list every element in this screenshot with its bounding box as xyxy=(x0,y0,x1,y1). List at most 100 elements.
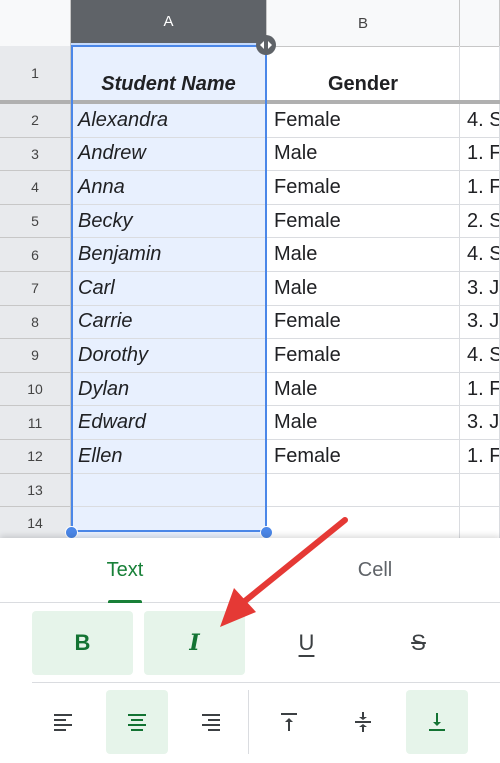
valign-middle-icon xyxy=(355,712,371,732)
tab-cell[interactable]: Cell xyxy=(250,538,500,602)
cell-b[interactable]: Female xyxy=(267,339,460,373)
cell-a1[interactable]: Student Name xyxy=(71,46,267,101)
cell-a[interactable]: Carl xyxy=(71,272,267,306)
format-tabs: Text Cell xyxy=(0,538,500,603)
text-style-buttons: B I U S xyxy=(32,611,500,675)
cell-c[interactable] xyxy=(460,507,500,538)
align-right-button[interactable] xyxy=(180,690,242,754)
underline-icon: U xyxy=(298,630,315,655)
selection-handle-end[interactable] xyxy=(260,526,273,538)
cell-c[interactable] xyxy=(460,473,500,508)
cell-b[interactable]: Male xyxy=(267,238,460,272)
table-row: 10 Dylan Male 1. F xyxy=(0,372,500,407)
cell-b[interactable]: Female xyxy=(267,440,460,474)
table-row: 13 xyxy=(0,473,500,508)
cell-b[interactable]: Male xyxy=(267,406,460,440)
row-header[interactable]: 10 xyxy=(0,372,71,407)
select-all-corner[interactable] xyxy=(0,0,71,46)
column-header-c[interactable] xyxy=(460,0,500,46)
row-header[interactable]: 1 xyxy=(0,46,71,101)
table-row: 8 Carrie Female 3. J xyxy=(0,305,500,340)
cell-c[interactable]: 3. J xyxy=(460,272,500,306)
table-row: 12 Ellen Female 1. F xyxy=(0,440,500,474)
cell-c[interactable]: 4. S xyxy=(460,339,500,373)
row-header[interactable]: 14 xyxy=(0,507,71,538)
valign-middle-button[interactable] xyxy=(332,690,394,754)
cell-b[interactable]: Female xyxy=(267,104,460,138)
row-header[interactable]: 6 xyxy=(0,238,71,272)
row-header[interactable]: 11 xyxy=(0,406,71,440)
cell-a[interactable]: Becky xyxy=(71,204,267,239)
row-header[interactable]: 7 xyxy=(0,272,71,306)
italic-button[interactable]: I xyxy=(144,611,245,675)
tab-text[interactable]: Text xyxy=(0,538,250,603)
cell-c[interactable]: 3. J xyxy=(460,305,500,340)
cell-b[interactable]: Female xyxy=(267,204,460,239)
spreadsheet-grid: A B 1 Student Name Gender 2 Alexandra Fema… xyxy=(0,0,500,538)
cell-a[interactable]: Ellen xyxy=(71,440,267,474)
table-row: 7 Carl Male 3. J xyxy=(0,272,500,306)
cell-c[interactable]: 4. S xyxy=(460,104,500,138)
table-row: 5 Becky Female 2. S xyxy=(0,204,500,239)
row-header[interactable]: 3 xyxy=(0,137,71,172)
cell-c[interactable]: 1. F xyxy=(460,372,500,407)
cell-b[interactable] xyxy=(267,507,460,538)
column-header-a[interactable]: A xyxy=(71,0,267,46)
cell-b[interactable]: Female xyxy=(267,171,460,205)
cell-b[interactable]: Female xyxy=(267,305,460,340)
cell-a[interactable]: Alexandra xyxy=(71,104,267,138)
table-row: 1 Student Name Gender xyxy=(0,46,500,101)
cell-b[interactable]: Male xyxy=(267,272,460,306)
cell-c[interactable]: 3. J xyxy=(460,406,500,440)
cell-b[interactable] xyxy=(267,473,460,508)
align-center-icon xyxy=(128,714,146,731)
row-header[interactable]: 12 xyxy=(0,440,71,474)
underline-button[interactable]: U xyxy=(256,611,357,675)
align-left-button[interactable] xyxy=(32,690,94,754)
cell-a[interactable]: Dorothy xyxy=(71,339,267,373)
row-header[interactable]: 13 xyxy=(0,473,71,508)
cell-b[interactable]: Male xyxy=(267,372,460,407)
cell-c[interactable]: 1. F xyxy=(460,440,500,474)
align-right-icon xyxy=(202,714,220,731)
selection-handle-start[interactable] xyxy=(65,526,78,538)
row-header[interactable]: 4 xyxy=(0,171,71,205)
table-row: 11 Edward Male 3. J xyxy=(0,406,500,440)
column-header-b[interactable]: B xyxy=(267,0,460,46)
table-row: 3 Andrew Male 1. F xyxy=(0,137,500,172)
cell-c[interactable]: 2. S xyxy=(460,204,500,239)
cell-b1[interactable]: Gender xyxy=(267,46,460,101)
cell-a[interactable]: Benjamin xyxy=(71,238,267,272)
cell-a[interactable]: Edward xyxy=(71,406,267,440)
alignment-divider xyxy=(248,690,249,754)
valign-top-icon xyxy=(281,713,297,731)
column-resize-icon[interactable] xyxy=(256,35,276,55)
table-row: 4 Anna Female 1. F xyxy=(0,171,500,205)
cell-c1[interactable] xyxy=(460,46,500,101)
row-header[interactable]: 5 xyxy=(0,204,71,239)
table-row: 6 Benjamin Male 4. S xyxy=(0,238,500,272)
table-row: 9 Dorothy Female 4. S xyxy=(0,339,500,373)
cell-a[interactable] xyxy=(71,473,267,508)
align-center-button[interactable] xyxy=(106,690,168,754)
cell-c[interactable]: 1. F xyxy=(460,137,500,172)
column-header-bar: A B xyxy=(0,0,500,47)
cell-a[interactable]: Anna xyxy=(71,171,267,205)
valign-top-button[interactable] xyxy=(258,690,320,754)
strikethrough-icon: S xyxy=(411,630,426,655)
cell-a[interactable] xyxy=(71,507,267,538)
cell-c[interactable]: 1. F xyxy=(460,171,500,205)
bold-button[interactable]: B xyxy=(32,611,133,675)
cell-c[interactable]: 4. S xyxy=(460,238,500,272)
row-header[interactable]: 8 xyxy=(0,305,71,340)
row-header[interactable]: 2 xyxy=(0,104,71,138)
row-header[interactable]: 9 xyxy=(0,339,71,373)
valign-bottom-icon xyxy=(429,713,445,731)
cell-a[interactable]: Dylan xyxy=(71,372,267,407)
cell-b[interactable]: Male xyxy=(267,137,460,172)
strikethrough-button[interactable]: S xyxy=(368,611,469,675)
italic-icon: I xyxy=(189,630,200,656)
cell-a[interactable]: Carrie xyxy=(71,305,267,340)
cell-a[interactable]: Andrew xyxy=(71,137,267,172)
valign-bottom-button[interactable] xyxy=(406,690,468,754)
